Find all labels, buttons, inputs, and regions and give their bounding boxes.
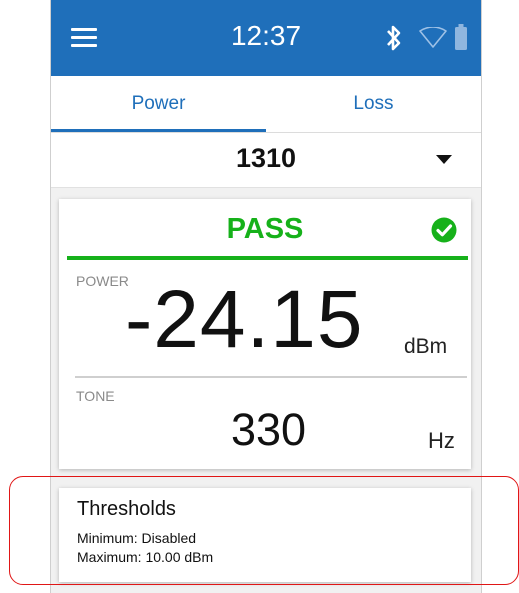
tone-unit: Hz bbox=[428, 428, 455, 453]
status-pass: PASS bbox=[226, 213, 304, 245]
result-card: PASS POWER -24.15 dBm TONE 330 Hz bbox=[59, 199, 471, 469]
app-screen: 12:37 Power Loss 1310 PASS POWER -24.15 … bbox=[50, 0, 482, 593]
wifi-icon bbox=[419, 27, 447, 48]
divider bbox=[75, 376, 467, 378]
clock: 12:37 bbox=[230, 20, 302, 51]
wavelength-select[interactable]: 1310 bbox=[51, 133, 481, 188]
threshold-minimum: Minimum: Disabled bbox=[77, 530, 197, 546]
tab-power[interactable]: Power bbox=[51, 76, 266, 132]
thresholds-card[interactable]: Thresholds Minimum: Disabled Maximum: 10… bbox=[59, 488, 471, 582]
threshold-maximum: Maximum: 10.00 dBm bbox=[77, 549, 214, 565]
wavelength-value: 1310 bbox=[235, 143, 297, 173]
check-circle-icon bbox=[431, 217, 457, 243]
bluetooth-icon bbox=[387, 25, 401, 51]
thresholds-title: Thresholds bbox=[77, 498, 176, 520]
power-unit: dBm bbox=[404, 335, 448, 358]
active-tab-indicator bbox=[51, 129, 266, 132]
tone-value: 330 bbox=[231, 404, 307, 455]
tab-bar: Power Loss bbox=[51, 76, 481, 133]
power-value: -24.15 bbox=[125, 274, 364, 365]
dropdown-arrow-icon bbox=[436, 155, 452, 164]
battery-icon bbox=[455, 24, 467, 50]
power-label: POWER bbox=[76, 273, 129, 289]
top-bar: 12:37 bbox=[51, 0, 481, 76]
tab-loss[interactable]: Loss bbox=[266, 76, 481, 132]
tone-label: TONE bbox=[76, 388, 115, 404]
status-underline bbox=[67, 256, 468, 260]
